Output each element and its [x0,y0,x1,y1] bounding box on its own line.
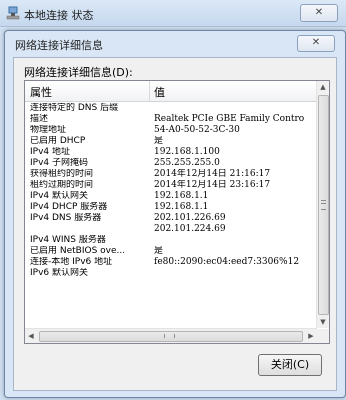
list-item[interactable]: 租约过期的时间 2014年12月14日 23:16:17 [25,180,317,191]
list-rows: 连接特定的 DNS 后缀 描述 Realtek PCIe GBE Family Co… [25,103,317,279]
value-cell: 是 [154,246,164,256]
property-cell: 已启用 NetBIOS ove... [30,246,126,256]
scroll-right-arrow-icon[interactable]: ▶ [305,329,317,343]
column-divider[interactable] [149,81,150,101]
dialog-title: 网络连接详细信息 [15,39,103,52]
property-cell: IPv6 默认网关 [30,268,88,278]
list-item[interactable]: IPv4 子网掩码 255.255.255.0 [25,158,317,169]
property-cell: IPv4 DNS 服务器 [30,213,102,223]
list-item[interactable]: IPv4 DNS 服务器 202.101.226.69 [25,213,317,224]
list-item[interactable]: 物理地址 54-A0-50-52-3C-30 [25,125,317,136]
details-label: 网络连接详细信息(D): [24,66,133,79]
list-item[interactable]: 描述 Realtek PCIe GBE Family Contro [25,114,317,125]
scrollbar-corner [317,329,329,343]
list-item[interactable]: IPv6 默认网关 [25,268,317,279]
grip-line [321,203,326,204]
property-cell: 物理地址 [30,125,67,135]
list-item[interactable]: IPv4 WINS 服务器 [25,235,317,246]
property-cell: 描述 [30,114,49,124]
list-header: 属性 值 [25,81,317,102]
value-cell: 202.101.224.69 [154,224,226,234]
scroll-left-arrow-icon[interactable]: ◀ [25,329,37,343]
details-dialog: 网络连接详细信息 ✕ 网络连接详细信息(D): 属性 值 连接特定的 DNS 后… [4,30,346,398]
list-item[interactable]: 连接特定的 DNS 后缀 [25,103,317,114]
background-window-title: 本地连接 状态 [24,9,94,22]
scroll-down-arrow-icon[interactable]: ▼ [317,316,329,328]
value-cell: Realtek PCIe GBE Family Contro [154,114,305,124]
dialog-titlebar: 网络连接详细信息 ✕ [5,31,345,55]
property-cell: IPv4 默认网关 [30,191,88,201]
value-cell: 2014年12月14日 21:16:17 [154,169,271,179]
property-cell: 已启用 DHCP [30,136,86,146]
scroll-up-arrow-icon[interactable]: ▲ [317,81,329,93]
grip-icon [164,334,175,338]
details-listview[interactable]: 属性 值 连接特定的 DNS 后缀 描述 Realtek PCIe GBE Fami… [24,80,330,344]
list-item[interactable]: 已启用 DHCP 是 [25,136,317,147]
column-header-property[interactable]: 属性 [30,84,52,100]
property-cell: 连接-本地 IPv6 地址 [30,257,113,267]
value-cell: 是 [154,136,164,146]
list-item[interactable]: 已启用 NetBIOS ove... 是 [25,246,317,257]
property-cell: 租约过期的时间 [30,180,94,190]
property-cell: 连接特定的 DNS 后缀 [30,103,119,113]
value-cell: 202.101.226.69 [154,213,226,223]
close-button[interactable]: 关闭(C) [258,354,322,376]
property-cell: 获得租约的时间 [30,169,94,179]
background-titlebar: 本地连接 状态 ✕ [0,0,346,27]
property-cell: IPv4 地址 [30,147,70,157]
property-cell: IPv4 DHCP 服务器 [30,202,108,212]
dialog-body: 网络连接详细信息(D): 属性 值 连接特定的 DNS 后缀 描述 Realtek … [13,57,337,391]
list-item[interactable]: 202.101.224.69 [25,224,317,235]
list-item[interactable]: IPv4 默认网关 192.168.1.1 [25,191,317,202]
list-item[interactable]: IPv4 地址 192.168.1.100 [25,147,317,158]
list-item[interactable]: 连接-本地 IPv6 地址 fe80::2090:ec04:eed7:3306%1… [25,257,317,268]
list-item[interactable]: 获得租约的时间 2014年12月14日 21:16:17 [25,169,317,180]
vertical-scroll-thumb[interactable] [318,95,329,315]
vertical-scrollbar[interactable]: ▲ ▼ [316,81,329,328]
value-cell: 192.168.1.1 [154,191,209,201]
value-cell: 255.255.255.0 [154,158,220,168]
value-cell: fe80::2090:ec04:eed7:3306%12 [154,257,300,267]
value-cell: 2014年12月14日 23:16:17 [154,180,271,190]
horizontal-scroll-thumb[interactable] [39,331,303,342]
dialog-close-button[interactable]: ✕ [297,35,335,52]
column-header-value[interactable]: 值 [154,84,165,100]
value-cell: 192.168.1.100 [154,147,220,157]
list-item[interactable]: IPv4 DHCP 服务器 192.168.1.1 [25,202,317,213]
grip-icon [321,200,326,210]
value-cell: 192.168.1.1 [154,202,209,212]
background-close-button[interactable]: ✕ [300,4,338,22]
value-cell: 54-A0-50-52-3C-30 [154,125,240,135]
property-cell: IPv4 子网掩码 [30,158,88,168]
horizontal-scrollbar[interactable]: ◀ ▶ [25,328,317,343]
network-adapter-icon [6,6,20,20]
property-cell: IPv4 WINS 服务器 [30,235,106,245]
